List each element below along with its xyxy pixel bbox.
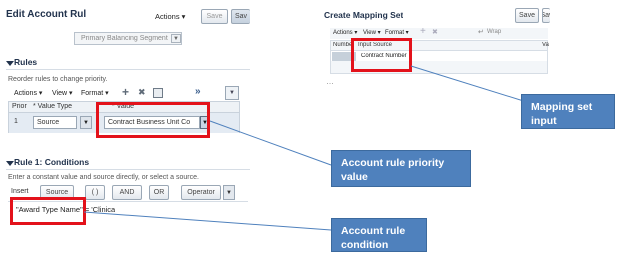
callout-mapping-set: Mapping set input: [521, 94, 615, 129]
connector-priority: [209, 120, 332, 166]
connector-mapping: [410, 65, 531, 104]
callout-condition: Account rule condition: [331, 218, 427, 252]
connector-condition: [83, 211, 332, 231]
callout-priority-value: Account rule priority value: [331, 150, 471, 187]
